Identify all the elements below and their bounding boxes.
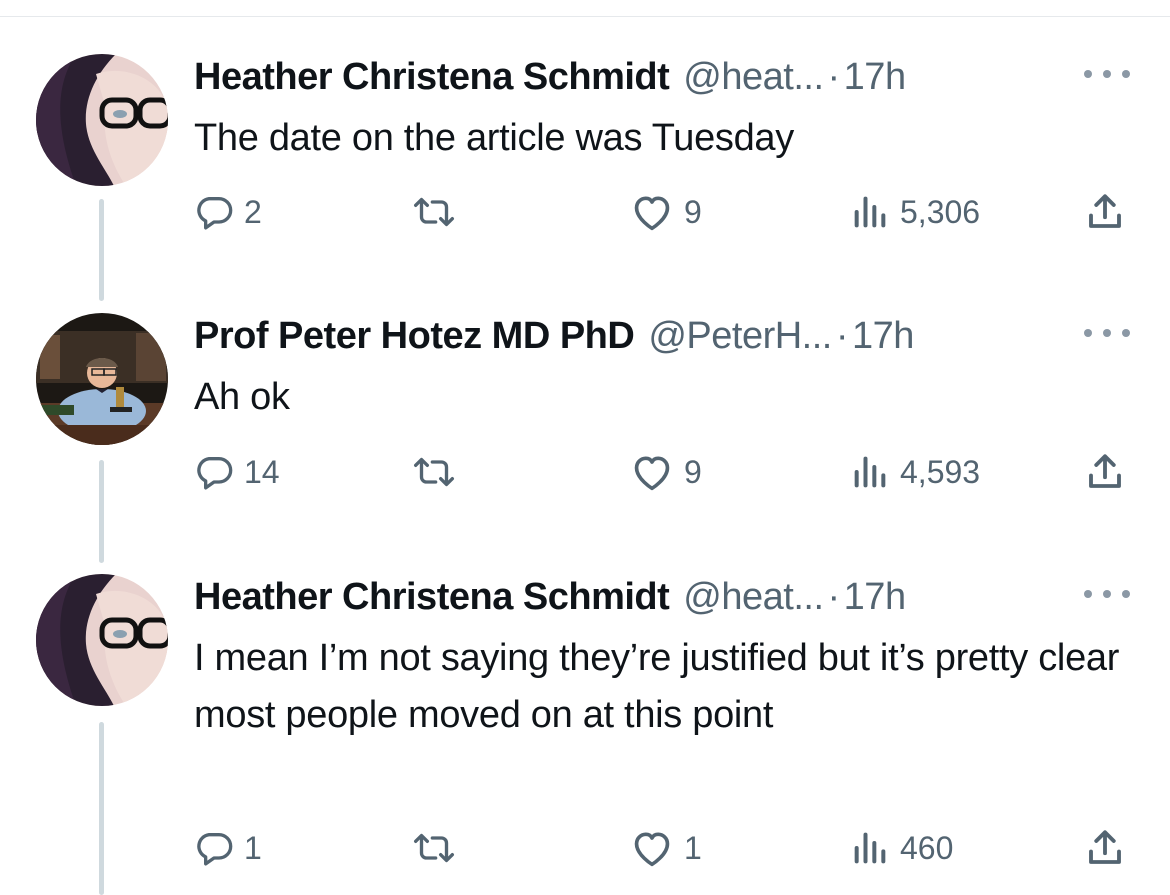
tweet[interactable]: Prof Peter Hotez MD PhD @PeterH... · 17h… — [0, 313, 1170, 563]
views-count: 460 — [900, 829, 954, 866]
views-count: 4,593 — [900, 453, 981, 490]
timestamp[interactable]: 17h — [852, 315, 914, 358]
reply-icon — [197, 833, 233, 866]
action-bar: 1 1 460 — [0, 826, 1170, 870]
tweet[interactable]: Heather Christena Schmidt @heat... · 17h… — [0, 54, 1170, 301]
like-button[interactable]: 1 — [630, 826, 702, 870]
views-bar-chart-icon — [854, 196, 886, 228]
separator-dot: · — [827, 56, 841, 98]
like-count: 1 — [684, 829, 702, 866]
reply-button[interactable]: 2 — [194, 190, 262, 234]
heart-icon — [634, 456, 670, 491]
tweet-text: Ah ok — [194, 376, 290, 418]
share-button[interactable] — [1084, 450, 1126, 494]
retweet-icon — [414, 833, 455, 863]
retweet-button[interactable] — [410, 450, 458, 494]
like-button[interactable]: 9 — [630, 450, 702, 494]
handle[interactable]: @heat... — [683, 56, 824, 99]
views-button[interactable]: 5,306 — [850, 190, 980, 234]
separator-dot: · — [827, 576, 841, 618]
share-upload-icon — [1089, 194, 1121, 228]
tweet[interactable]: Heather Christena Schmidt @heat... · 17h… — [0, 574, 1170, 895]
retweet-icon — [414, 457, 455, 487]
retweet-icon — [414, 197, 455, 227]
timestamp[interactable]: 17h — [844, 576, 906, 619]
avatar[interactable] — [36, 54, 168, 186]
reply-icon — [197, 197, 233, 230]
views-bar-chart-icon — [854, 832, 886, 864]
action-bar: 14 9 4,593 — [0, 450, 1170, 494]
retweet-button[interactable] — [410, 826, 458, 870]
handle[interactable]: @PeterH... — [648, 315, 832, 358]
reply-count: 14 — [244, 453, 280, 490]
top-divider — [0, 16, 1170, 17]
more-icon[interactable] — [1084, 68, 1130, 80]
avatar[interactable] — [36, 574, 168, 706]
action-bar: 2 9 5,306 — [0, 190, 1170, 234]
avatar[interactable] — [36, 313, 168, 445]
timestamp[interactable]: 17h — [844, 56, 906, 99]
views-bar-chart-icon — [854, 456, 886, 488]
reply-button[interactable]: 1 — [194, 826, 262, 870]
views-button[interactable]: 4,593 — [850, 450, 980, 494]
reply-count: 2 — [244, 193, 262, 230]
share-upload-icon — [1089, 830, 1121, 864]
separator-dot: · — [835, 315, 849, 357]
reply-count: 1 — [244, 829, 262, 866]
like-count: 9 — [684, 453, 702, 490]
share-button[interactable] — [1084, 190, 1126, 234]
display-name[interactable]: Prof Peter Hotez MD PhD — [194, 315, 635, 358]
heart-icon — [634, 196, 670, 231]
share-upload-icon — [1089, 454, 1121, 488]
like-count: 9 — [684, 193, 702, 230]
reply-icon — [197, 457, 233, 490]
handle[interactable]: @heat... — [683, 576, 824, 619]
retweet-button[interactable] — [410, 190, 458, 234]
heart-icon — [634, 832, 670, 867]
share-button[interactable] — [1084, 826, 1126, 870]
tweet-text: I mean I’m not saying they’re justified … — [194, 637, 1120, 736]
more-icon[interactable] — [1084, 588, 1130, 600]
display-name[interactable]: Heather Christena Schmidt — [194, 56, 670, 99]
views-count: 5,306 — [900, 193, 981, 230]
views-button[interactable]: 460 — [850, 826, 953, 870]
display-name[interactable]: Heather Christena Schmidt — [194, 576, 670, 619]
reply-button[interactable]: 14 — [194, 450, 280, 494]
like-button[interactable]: 9 — [630, 190, 702, 234]
tweet-text: The date on the article was Tuesday — [194, 117, 794, 159]
more-icon[interactable] — [1084, 327, 1130, 339]
